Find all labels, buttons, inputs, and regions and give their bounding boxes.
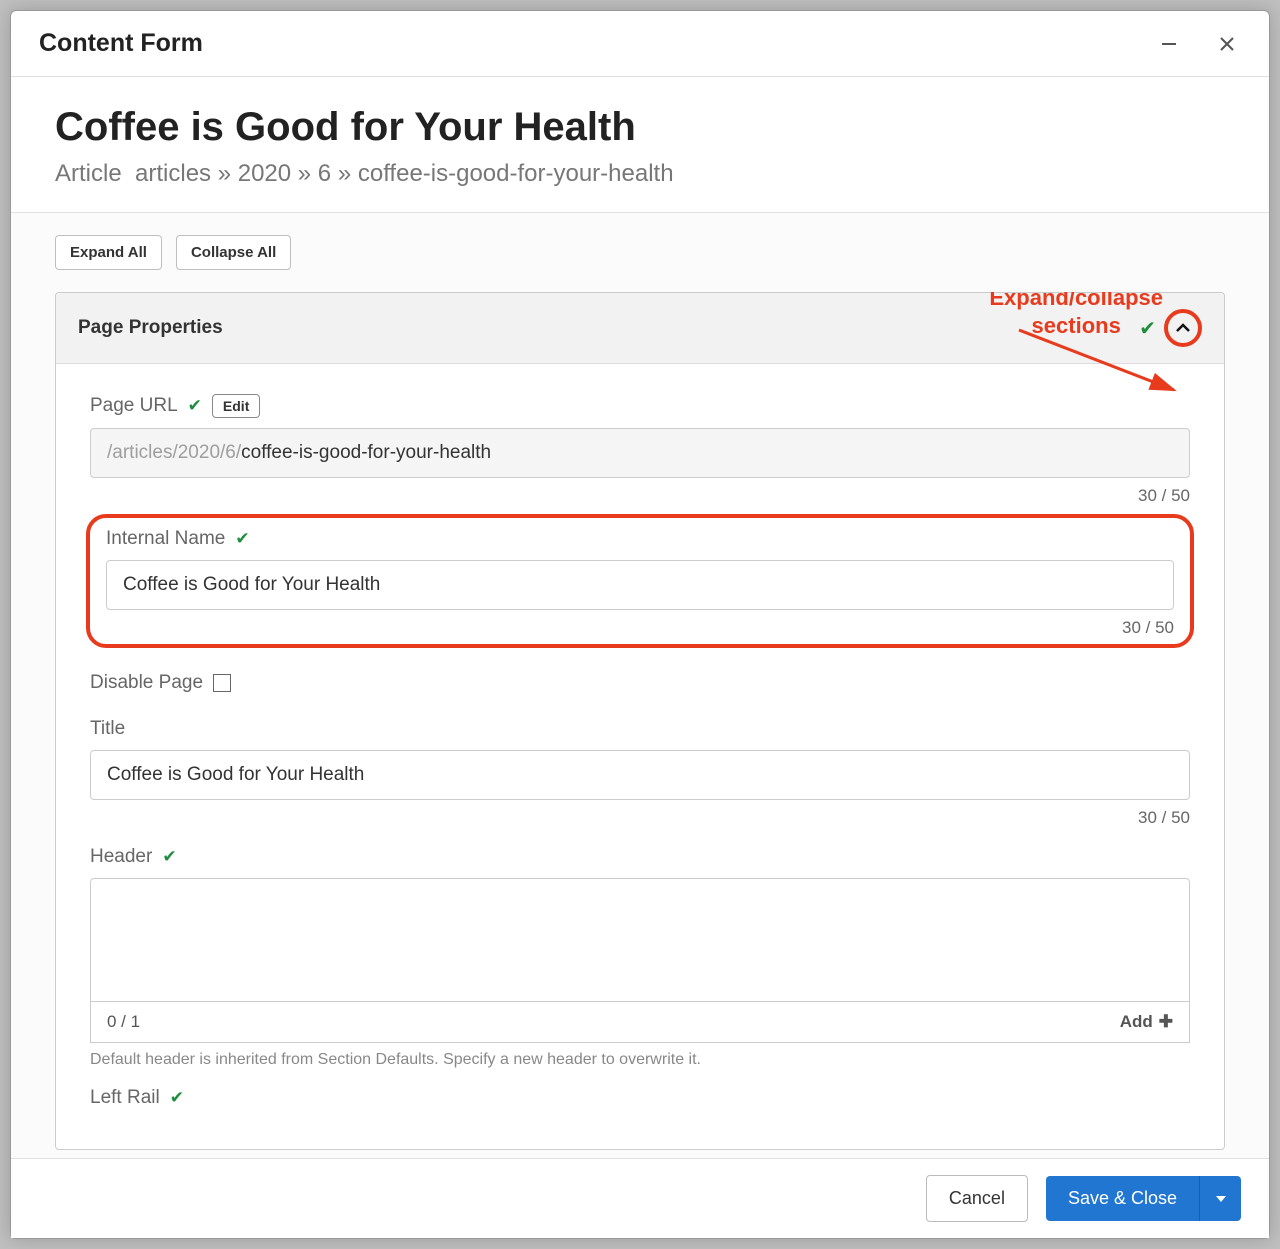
content-type-label: Article xyxy=(55,160,122,187)
page-url-counter: 30 / 50 xyxy=(90,486,1190,506)
header-field: Header ✔ 0 / 1 Add ✚ Default header is i… xyxy=(90,846,1190,1069)
disable-page-label: Disable Page xyxy=(90,672,203,694)
form-body: Expand/collapsesections Page Properties … xyxy=(11,292,1269,1158)
page-url-prefix: /articles/2020/6/ xyxy=(107,442,241,463)
section-header[interactable]: Page Properties ✔ xyxy=(56,293,1224,364)
header-add-button[interactable]: Add ✚ xyxy=(1120,1012,1173,1032)
header-list-box[interactable] xyxy=(90,878,1190,1002)
breadcrumb-path: articles » 2020 » 6 » coffee-is-good-for… xyxy=(135,160,674,187)
chevron-up-icon xyxy=(1175,320,1191,336)
minimize-button[interactable] xyxy=(1155,30,1183,58)
section-valid-icon: ✔ xyxy=(1139,316,1156,341)
check-icon: ✔ xyxy=(235,529,249,549)
save-close-button[interactable]: Save & Close xyxy=(1046,1176,1199,1221)
toolbar: Expand All Collapse All xyxy=(11,213,1269,292)
title-input[interactable] xyxy=(90,750,1190,800)
close-button[interactable] xyxy=(1213,30,1241,58)
breadcrumb: Article articles » 2020 » 6 » coffee-is-… xyxy=(55,160,1225,188)
check-icon: ✔ xyxy=(170,1088,184,1108)
page-properties-section: Page Properties ✔ Page URL ✔ Edit /artic… xyxy=(55,292,1225,1150)
left-rail-label-row: Left Rail ✔ xyxy=(90,1087,1190,1109)
internal-name-counter: 30 / 50 xyxy=(106,618,1174,638)
header-label: Header xyxy=(90,846,152,868)
header-list-footer: 0 / 1 Add ✚ xyxy=(90,1002,1190,1043)
page-url-edit-button[interactable]: Edit xyxy=(212,394,260,418)
internal-name-highlight: Internal Name ✔ 30 / 50 xyxy=(86,514,1194,648)
page-url-label: Page URL xyxy=(90,395,178,417)
header-label-row: Header ✔ xyxy=(90,846,1190,868)
section-body: Page URL ✔ Edit /articles/2020/6/coffee-… xyxy=(56,364,1224,1149)
left-rail-field: Left Rail ✔ xyxy=(90,1087,1190,1109)
internal-name-input[interactable] xyxy=(106,560,1174,610)
close-icon xyxy=(1218,35,1236,53)
disable-page-field: Disable Page xyxy=(90,672,1190,694)
internal-name-label: Internal Name xyxy=(106,528,225,550)
page-url-label-row: Page URL ✔ Edit xyxy=(90,394,1190,418)
title-field: Title 30 / 50 xyxy=(90,718,1190,828)
left-rail-label: Left Rail xyxy=(90,1087,160,1109)
internal-name-label-row: Internal Name ✔ xyxy=(106,528,1174,550)
header-counter: 0 / 1 xyxy=(107,1012,1120,1032)
page-url-input: /articles/2020/6/coffee-is-good-for-your… xyxy=(90,428,1190,478)
header-helper-text: Default header is inherited from Section… xyxy=(90,1051,1190,1069)
save-dropdown-button[interactable] xyxy=(1199,1176,1241,1221)
minimize-icon xyxy=(1160,35,1178,53)
save-button-group: Save & Close xyxy=(1046,1176,1241,1221)
collapse-all-button[interactable]: Collapse All xyxy=(176,235,291,270)
section-title: Page Properties xyxy=(78,317,1139,339)
page-url-field: Page URL ✔ Edit /articles/2020/6/coffee-… xyxy=(90,394,1190,506)
caret-down-icon xyxy=(1215,1193,1227,1205)
content-form-modal: Content Form Coffee is Good for Your Hea… xyxy=(10,10,1270,1239)
cancel-button[interactable]: Cancel xyxy=(926,1175,1028,1222)
title-label: Title xyxy=(90,718,125,740)
check-icon: ✔ xyxy=(162,847,176,867)
title-label-row: Title xyxy=(90,718,1190,740)
modal-footer: Cancel Save & Close xyxy=(11,1158,1269,1238)
modal-header: Content Form xyxy=(11,11,1269,77)
page-url-value: coffee-is-good-for-your-health xyxy=(241,442,491,463)
section-toggle-button[interactable] xyxy=(1164,309,1202,347)
check-icon: ✔ xyxy=(188,396,202,416)
disable-page-checkbox[interactable] xyxy=(213,674,231,692)
plus-icon: ✚ xyxy=(1159,1012,1173,1032)
internal-name-field: Internal Name ✔ 30 / 50 xyxy=(106,528,1174,638)
content-header: Coffee is Good for Your Health Article a… xyxy=(11,77,1269,213)
modal-title: Content Form xyxy=(39,29,1125,58)
expand-all-button[interactable]: Expand All xyxy=(55,235,162,270)
title-counter: 30 / 50 xyxy=(90,808,1190,828)
content-title: Coffee is Good for Your Health xyxy=(55,105,1225,150)
